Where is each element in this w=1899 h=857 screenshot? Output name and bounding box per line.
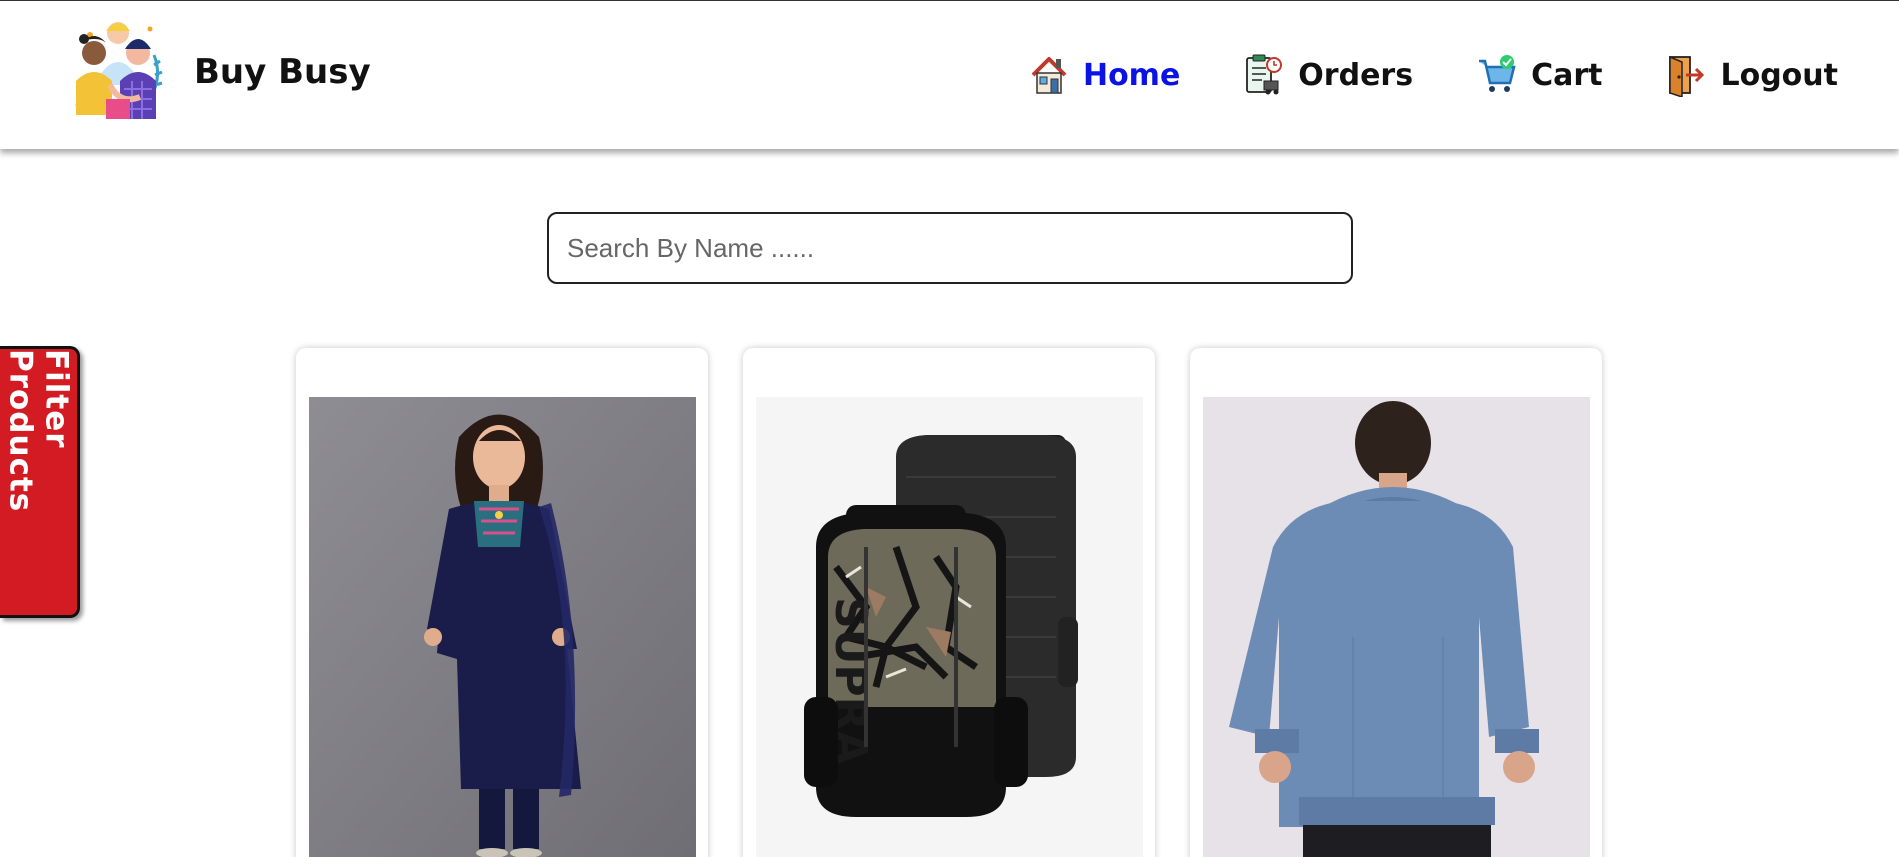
brand-name: Buy Busy xyxy=(194,52,371,92)
filter-products-label: Filter Products xyxy=(2,349,75,513)
logout-door-icon xyxy=(1669,55,1705,97)
navbar: Buy Busy Home Orders Cart Logout xyxy=(0,0,1899,149)
search-input[interactable] xyxy=(547,212,1353,284)
nav-links: Home Orders Cart Logout xyxy=(1029,53,1838,97)
product-card[interactable] xyxy=(296,348,708,857)
nav-home[interactable]: Home xyxy=(1029,53,1180,97)
nav-logout[interactable]: Logout xyxy=(1666,53,1838,97)
nav-label-cart: Cart xyxy=(1531,57,1603,93)
product-card[interactable]: SUPRA xyxy=(743,348,1155,857)
friends-logo-icon xyxy=(75,22,163,119)
nav-label-orders: Orders xyxy=(1298,57,1414,93)
nav-label-logout: Logout xyxy=(1720,57,1838,93)
product-card[interactable] xyxy=(1190,348,1602,857)
nav-cart[interactable]: Cart xyxy=(1477,53,1602,97)
shopping-cart-icon xyxy=(1479,55,1516,92)
search-container xyxy=(547,212,1353,284)
brand[interactable]: Buy Busy xyxy=(70,15,371,129)
house-icon xyxy=(1031,57,1067,94)
product-image-kurta xyxy=(309,397,696,857)
product-image-backpack: SUPRA xyxy=(756,397,1143,857)
nav-orders[interactable]: Orders xyxy=(1244,53,1413,97)
nav-label-home: Home xyxy=(1082,57,1181,93)
orders-clipboard-icon xyxy=(1246,54,1283,95)
product-image-hoodie xyxy=(1203,397,1590,857)
filter-products-button[interactable]: Filter Products xyxy=(0,346,80,618)
